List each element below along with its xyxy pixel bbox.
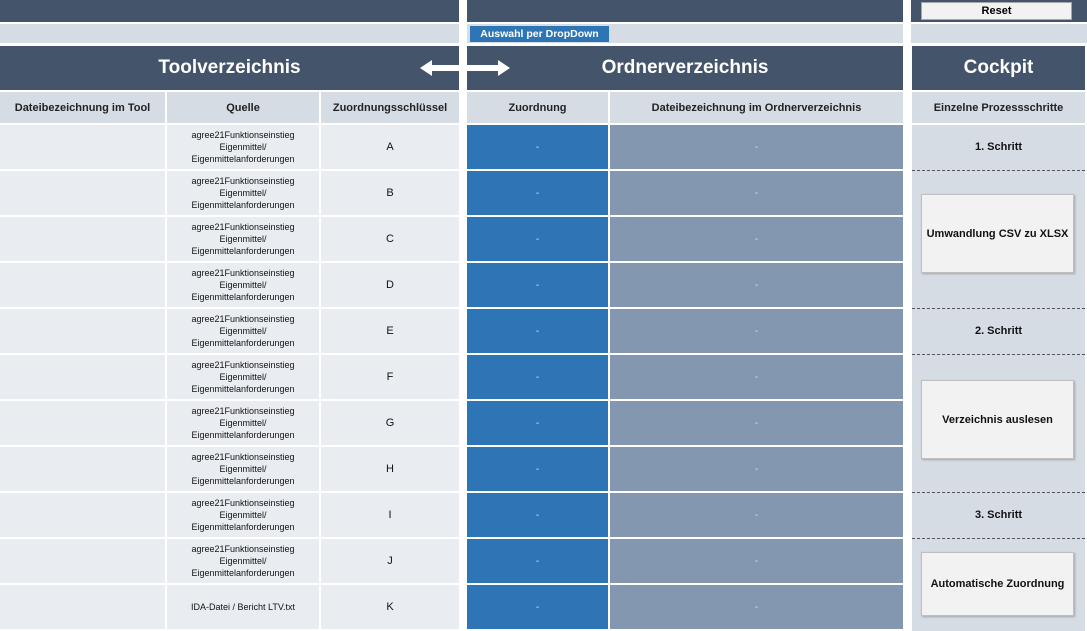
cell-zuordnung-dropdown[interactable]: - <box>467 355 608 399</box>
cell-zuordnung-dropdown[interactable]: - <box>467 539 608 583</box>
cell-zuordnung-dropdown[interactable]: - <box>467 263 608 307</box>
cell-quelle: agree21Funktionseinstieg Eigenmittel/ Ei… <box>167 217 319 261</box>
top-bar-tool <box>0 0 459 22</box>
auto-assign-button[interactable]: Automatische Zuordnung <box>921 552 1074 616</box>
col-header-zuordnung: Zuordnung <box>467 92 608 123</box>
cell-zuordnungsschluessel: J <box>321 539 459 583</box>
cell-quelle: agree21Funktionseinstieg Eigenmittel/ Ei… <box>167 171 319 215</box>
cell-zuordnungsschluessel: H <box>321 447 459 491</box>
cell-dateibezeichnung-ordner: - <box>610 309 903 353</box>
cell-quelle: agree21Funktionseinstieg Eigenmittel/ Ei… <box>167 447 319 491</box>
col-header-prozessschritte: Einzelne Prozessschritte <box>912 92 1085 123</box>
cell-quelle: agree21Funktionseinstieg Eigenmittel/ Ei… <box>167 401 319 445</box>
cell-zuordnungsschluessel: D <box>321 263 459 307</box>
cell-quelle: agree21Funktionseinstieg Eigenmittel/ Ei… <box>167 263 319 307</box>
tool-title: Toolverzeichnis <box>158 57 301 78</box>
dropdown-hint-label: Auswahl per DropDown <box>470 26 609 42</box>
cell-dateibezeichnung-tool[interactable] <box>0 171 165 215</box>
step-2-label: 2. Schritt <box>974 325 1023 337</box>
cell-zuordnungsschluessel: K <box>321 585 459 629</box>
read-directory-button[interactable]: Verzeichnis auslesen <box>921 380 1074 459</box>
cell-dateibezeichnung-ordner: - <box>610 355 903 399</box>
cell-dateibezeichnung-tool[interactable] <box>0 539 165 583</box>
cell-quelle: agree21Funktionseinstieg Eigenmittel/ Ei… <box>167 309 319 353</box>
cell-zuordnung-dropdown[interactable]: - <box>467 171 608 215</box>
cell-dateibezeichnung-ordner: - <box>610 585 903 629</box>
sub-bar-tool <box>0 24 459 43</box>
step-3-divider-bottom <box>912 538 1085 539</box>
cell-zuordnung-dropdown[interactable]: - <box>467 447 608 491</box>
sub-bar-cockpit <box>911 24 1087 43</box>
cell-zuordnung-dropdown[interactable]: - <box>467 217 608 261</box>
cockpit-title: Cockpit <box>963 57 1034 78</box>
col-header-zuordnungsschluessel: Zuordnungsschlüssel <box>321 92 459 123</box>
cell-dateibezeichnung-tool[interactable] <box>0 401 165 445</box>
cell-quelle: agree21Funktionseinstieg Eigenmittel/ Ei… <box>167 493 319 537</box>
col-header-quelle: Quelle <box>167 92 319 123</box>
cell-dateibezeichnung-tool[interactable] <box>0 585 165 629</box>
cell-zuordnung-dropdown[interactable]: - <box>467 125 608 169</box>
cell-quelle: IDA-Datei / Bericht LTV.txt <box>167 585 319 629</box>
cell-quelle: agree21Funktionseinstieg Eigenmittel/ Ei… <box>167 355 319 399</box>
double-arrow-icon <box>420 60 510 76</box>
col-header-dateibezeichnung-ordner: Dateibezeichnung im Ordnerverzeichnis <box>610 92 903 123</box>
cell-dateibezeichnung-ordner: - <box>610 447 903 491</box>
cell-dateibezeichnung-ordner: - <box>610 217 903 261</box>
step-1-label: 1. Schritt <box>974 141 1023 153</box>
cell-dateibezeichnung-ordner: - <box>610 263 903 307</box>
ordner-title: Ordnerverzeichnis <box>601 57 769 78</box>
cell-zuordnungsschluessel: G <box>321 401 459 445</box>
cell-dateibezeichnung-tool[interactable] <box>0 355 165 399</box>
cell-dateibezeichnung-tool[interactable] <box>0 125 165 169</box>
convert-csv-button[interactable]: Umwandlung CSV zu XLSX <box>921 194 1074 273</box>
col-header-dateibezeichnung-tool: Dateibezeichnung im Tool <box>0 92 165 123</box>
cell-zuordnung-dropdown[interactable]: - <box>467 309 608 353</box>
cell-dateibezeichnung-tool[interactable] <box>0 309 165 353</box>
step-1-divider <box>912 170 1085 171</box>
cell-dateibezeichnung-tool[interactable] <box>0 263 165 307</box>
cell-zuordnungsschluessel: B <box>321 171 459 215</box>
cell-dateibezeichnung-ordner: - <box>610 171 903 215</box>
cell-zuordnungsschluessel: E <box>321 309 459 353</box>
cell-quelle: agree21Funktionseinstieg Eigenmittel/ Ei… <box>167 125 319 169</box>
cell-dateibezeichnung-ordner: - <box>610 493 903 537</box>
cell-zuordnungsschluessel: F <box>321 355 459 399</box>
cell-dateibezeichnung-ordner: - <box>610 401 903 445</box>
cell-dateibezeichnung-tool[interactable] <box>0 447 165 491</box>
cell-zuordnung-dropdown[interactable]: - <box>467 401 608 445</box>
cell-zuordnungsschluessel: A <box>321 125 459 169</box>
cell-dateibezeichnung-tool[interactable] <box>0 493 165 537</box>
cell-zuordnung-dropdown[interactable]: - <box>467 493 608 537</box>
reset-button[interactable]: Reset <box>921 2 1072 20</box>
cell-dateibezeichnung-tool[interactable] <box>0 217 165 261</box>
cell-zuordnungsschluessel: I <box>321 493 459 537</box>
top-bar-ordner <box>467 0 903 22</box>
step-3-label: 3. Schritt <box>974 509 1023 521</box>
cell-zuordnung-dropdown[interactable]: - <box>467 585 608 629</box>
cell-quelle: agree21Funktionseinstieg Eigenmittel/ Ei… <box>167 539 319 583</box>
cell-dateibezeichnung-ordner: - <box>610 125 903 169</box>
cell-zuordnungsschluessel: C <box>321 217 459 261</box>
step-2-divider-bottom <box>912 354 1085 355</box>
cell-dateibezeichnung-ordner: - <box>610 539 903 583</box>
